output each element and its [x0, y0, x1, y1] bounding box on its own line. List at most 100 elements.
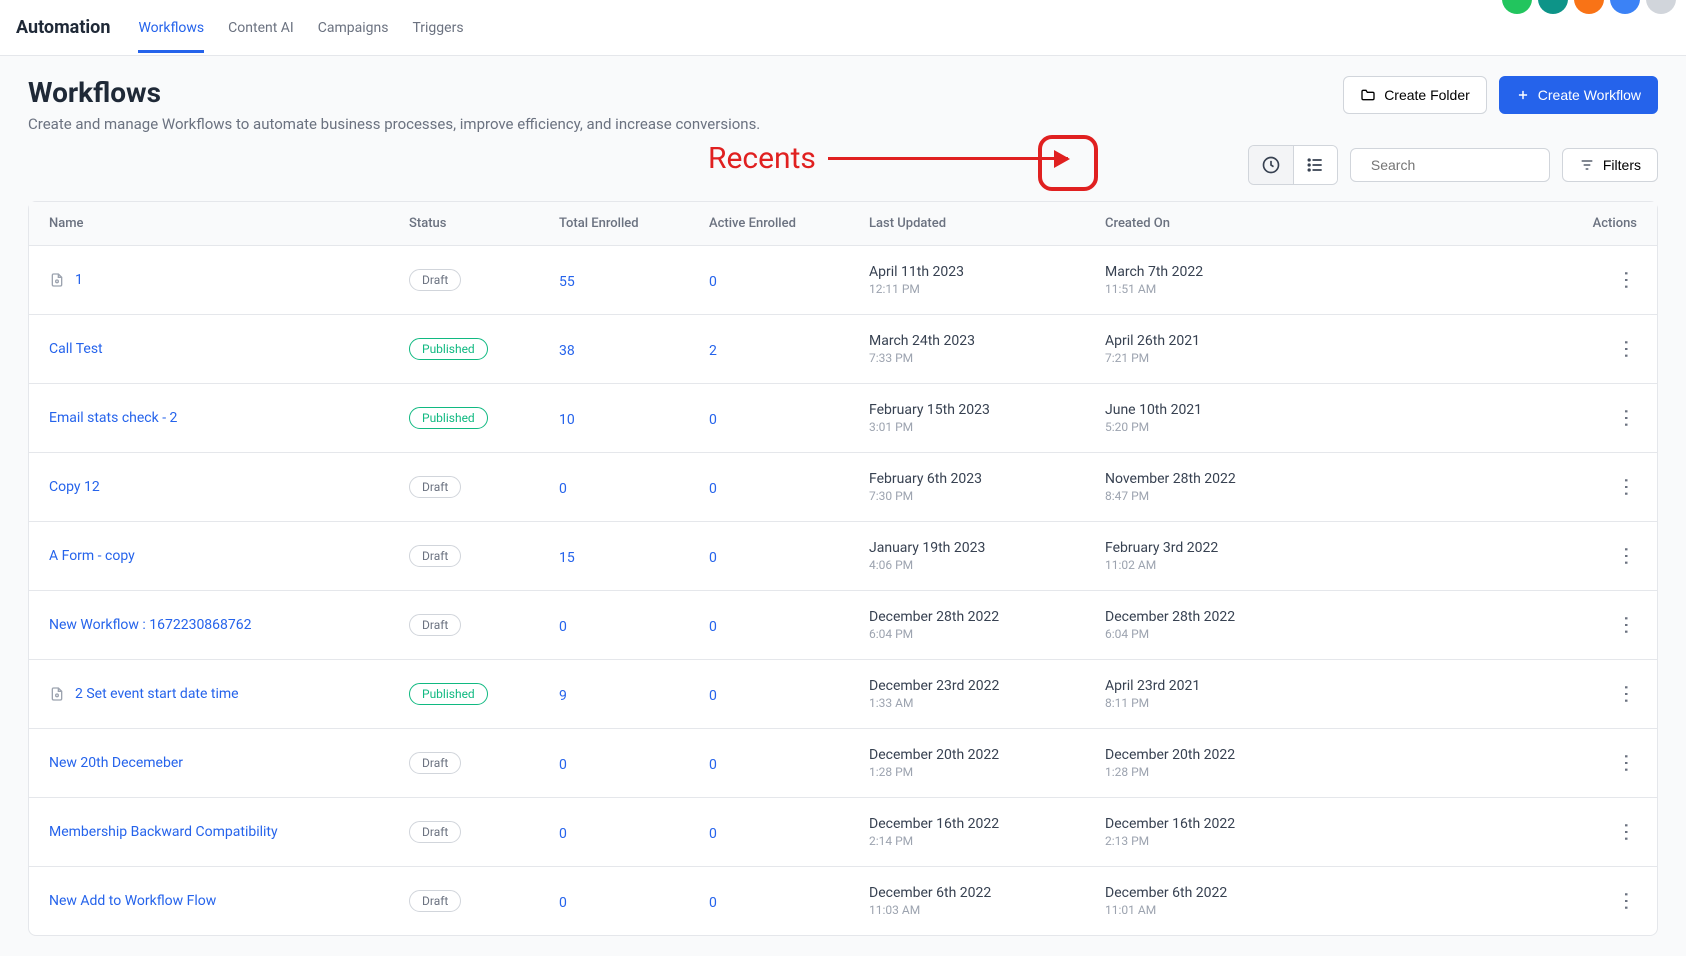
row-actions-menu[interactable]: ⋯ — [1615, 546, 1639, 566]
workflow-name-link[interactable]: A Form - copy — [49, 548, 135, 564]
active-enrolled-link[interactable]: 0 — [709, 274, 717, 290]
active-enrolled-link[interactable]: 0 — [709, 826, 717, 842]
updated-time: 6:04 PM — [869, 627, 1105, 641]
row-actions-menu[interactable]: ⋯ — [1615, 339, 1639, 359]
created-date: December 20th 2022 — [1105, 747, 1341, 763]
created-time: 1:28 PM — [1105, 765, 1341, 779]
created-date: June 10th 2021 — [1105, 402, 1341, 418]
created-time: 2:13 PM — [1105, 834, 1341, 848]
page-title: Workflows — [28, 76, 760, 109]
created-date: February 3rd 2022 — [1105, 540, 1341, 556]
active-enrolled-link[interactable]: 0 — [709, 757, 717, 773]
total-enrolled-link[interactable]: 38 — [559, 343, 575, 359]
created-time: 11:01 AM — [1105, 903, 1341, 917]
row-actions-menu[interactable]: ⋯ — [1615, 615, 1639, 635]
workflow-name-link[interactable]: 2 Set event start date time — [75, 686, 239, 702]
workflow-name-link[interactable]: Call Test — [49, 341, 103, 357]
workflow-name-link[interactable]: 1 — [75, 272, 83, 288]
created-date: December 6th 2022 — [1105, 885, 1341, 901]
table-row: A Form - copy Draft 15 0 January 19th 20… — [29, 522, 1657, 591]
nav-tabs: Workflows Content AI Campaigns Triggers — [138, 2, 463, 53]
active-enrolled-link[interactable]: 0 — [709, 619, 717, 635]
folder-icon — [1360, 87, 1376, 103]
view-toggle — [1248, 145, 1338, 185]
total-enrolled-link[interactable]: 0 — [559, 826, 567, 842]
document-icon — [49, 272, 65, 288]
search-input[interactable] — [1371, 157, 1552, 173]
total-enrolled-link[interactable]: 0 — [559, 619, 567, 635]
col-header-created: Created On — [1105, 216, 1341, 231]
workflow-name-link[interactable]: New Add to Workflow Flow — [49, 893, 216, 909]
active-enrolled-link[interactable]: 0 — [709, 412, 717, 428]
row-actions-menu[interactable]: ⋯ — [1615, 684, 1639, 704]
tab-triggers[interactable]: Triggers — [412, 2, 463, 53]
row-actions-menu[interactable]: ⋯ — [1615, 408, 1639, 428]
status-badge: Draft — [409, 752, 461, 774]
content-area: Workflows Create and manage Workflows to… — [0, 56, 1686, 956]
total-enrolled-link[interactable]: 0 — [559, 757, 567, 773]
active-enrolled-link[interactable]: 0 — [709, 895, 717, 911]
col-header-name: Name — [49, 216, 409, 231]
col-header-active: Active Enrolled — [709, 216, 869, 231]
table-row: 1 Draft 55 0 April 11th 2023 12:11 PM Ma… — [29, 246, 1657, 315]
created-time: 6:04 PM — [1105, 627, 1341, 641]
workflow-name-link[interactable]: New 20th Decemeber — [49, 755, 183, 771]
workflow-name-link[interactable]: Copy 12 — [49, 479, 100, 495]
created-date: November 28th 2022 — [1105, 471, 1341, 487]
total-enrolled-link[interactable]: 0 — [559, 895, 567, 911]
tab-campaigns[interactable]: Campaigns — [318, 2, 389, 53]
page-header: Workflows Create and manage Workflows to… — [28, 76, 1658, 133]
workflow-name-link[interactable]: New Workflow : 1672230868762 — [49, 617, 252, 633]
status-badge: Published — [409, 683, 488, 705]
workflow-name-link[interactable]: Membership Backward Compatibility — [49, 824, 278, 840]
filters-button[interactable]: Filters — [1562, 148, 1658, 182]
total-enrolled-link[interactable]: 55 — [559, 274, 575, 290]
updated-date: January 19th 2023 — [869, 540, 1105, 556]
toolbar: Recents Filters — [28, 145, 1658, 185]
tab-workflows[interactable]: Workflows — [138, 2, 204, 53]
total-enrolled-link[interactable]: 9 — [559, 688, 567, 704]
table-row: 2 Set event start date time Published 9 … — [29, 660, 1657, 729]
created-date: December 28th 2022 — [1105, 609, 1341, 625]
active-enrolled-link[interactable]: 2 — [709, 343, 717, 359]
active-enrolled-link[interactable]: 0 — [709, 481, 717, 497]
row-actions-menu[interactable]: ⋯ — [1615, 822, 1639, 842]
row-actions-menu[interactable]: ⋯ — [1615, 270, 1639, 290]
active-enrolled-link[interactable]: 0 — [709, 550, 717, 566]
create-workflow-label: Create Workflow — [1538, 87, 1641, 103]
table-row: New Workflow : 1672230868762 Draft 0 0 D… — [29, 591, 1657, 660]
total-enrolled-link[interactable]: 0 — [559, 481, 567, 497]
row-actions-menu[interactable]: ⋯ — [1615, 477, 1639, 497]
workflow-name-link[interactable]: Email stats check - 2 — [49, 410, 177, 426]
header-circle-2[interactable] — [1574, 0, 1604, 14]
header-circle-0[interactable] — [1502, 0, 1532, 14]
status-badge: Draft — [409, 614, 461, 636]
status-badge: Draft — [409, 545, 461, 567]
tab-content-ai[interactable]: Content AI — [228, 2, 294, 53]
annotation-recents: Recents — [708, 141, 1068, 176]
create-folder-button[interactable]: Create Folder — [1343, 76, 1487, 114]
search-box[interactable] — [1350, 148, 1550, 182]
table-row: Copy 12 Draft 0 0 February 6th 2023 7:30… — [29, 453, 1657, 522]
updated-date: February 15th 2023 — [869, 402, 1105, 418]
col-header-actions: Actions — [1341, 216, 1637, 231]
updated-time: 12:11 PM — [869, 282, 1105, 296]
created-date: April 26th 2021 — [1105, 333, 1341, 349]
top-nav: Automation WorkflowsContent AICampaignsT… — [0, 0, 1686, 56]
col-header-updated: Last Updated — [869, 216, 1105, 231]
updated-time: 1:33 AM — [869, 696, 1105, 710]
row-actions-menu[interactable]: ⋯ — [1615, 891, 1639, 911]
row-actions-menu[interactable]: ⋯ — [1615, 753, 1639, 773]
updated-time: 2:14 PM — [869, 834, 1105, 848]
header-circle-3[interactable] — [1610, 0, 1640, 14]
list-view-button[interactable] — [1293, 146, 1337, 184]
active-enrolled-link[interactable]: 0 — [709, 688, 717, 704]
header-circle-1[interactable] — [1538, 0, 1568, 14]
recents-view-button[interactable] — [1249, 146, 1293, 184]
annotation-text: Recents — [708, 141, 816, 176]
header-circle-4[interactable] — [1646, 0, 1676, 14]
create-workflow-button[interactable]: Create Workflow — [1499, 76, 1658, 114]
total-enrolled-link[interactable]: 10 — [559, 412, 575, 428]
total-enrolled-link[interactable]: 15 — [559, 550, 575, 566]
table-row: Membership Backward Compatibility Draft … — [29, 798, 1657, 867]
